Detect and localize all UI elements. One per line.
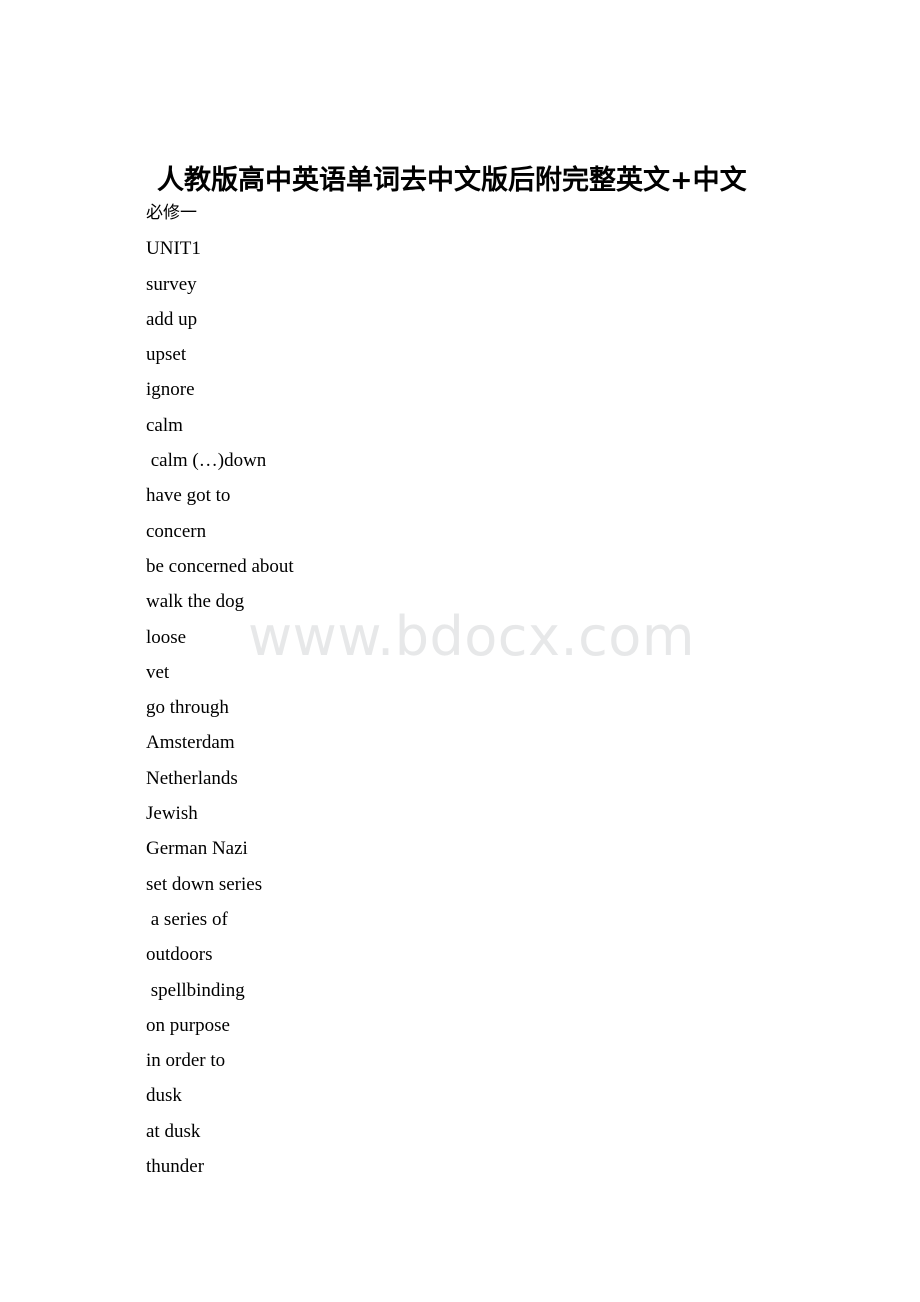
vocabulary-line: be concerned about	[146, 555, 294, 577]
vocabulary-line: on purpose	[146, 1014, 230, 1036]
vocabulary-line: Jewish	[146, 803, 198, 825]
vocabulary-line: vet	[146, 661, 170, 683]
vocabulary-line: set down series	[146, 873, 263, 895]
vocabulary-line: a series of	[146, 908, 228, 930]
vocabulary-line: upset	[146, 344, 187, 366]
vocabulary-line: ignore	[146, 379, 195, 401]
vocabulary-line: dusk	[146, 1085, 182, 1107]
vocabulary-line: at dusk	[146, 1120, 201, 1142]
vocabulary-line: thunder	[146, 1156, 205, 1178]
vocabulary-line: calm (…)down	[146, 450, 267, 472]
document-page: www.bdocx.com 人教版高中英语单词去中文版后附完整英文+中文 必修一…	[0, 0, 920, 1302]
vocabulary-line: loose	[146, 626, 187, 648]
vocabulary-line: German Nazi	[146, 838, 248, 860]
document-title: 人教版高中英语单词去中文版后附完整英文+中文	[157, 165, 747, 197]
vocabulary-line: UNIT1	[146, 238, 201, 260]
vocabulary-line: Netherlands	[146, 767, 238, 789]
vocabulary-line: concern	[146, 520, 207, 542]
vocabulary-line: in order to	[146, 1050, 226, 1072]
vocabulary-line: calm	[146, 414, 183, 436]
vocabulary-line: have got to	[146, 485, 231, 507]
vocabulary-line: walk the dog	[146, 591, 245, 613]
vocabulary-line: go through	[146, 697, 229, 719]
vocabulary-line: 必修一	[146, 203, 197, 223]
vocabulary-line: add up	[146, 308, 198, 330]
vocabulary-line: outdoors	[146, 944, 213, 966]
vocabulary-line: survey	[146, 273, 197, 295]
vocabulary-line: spellbinding	[146, 979, 245, 1001]
vocabulary-line: Amsterdam	[146, 732, 235, 754]
vocabulary-list: 必修一 UNIT1 survey add up upset ignore calm calm…	[146, 196, 846, 1184]
